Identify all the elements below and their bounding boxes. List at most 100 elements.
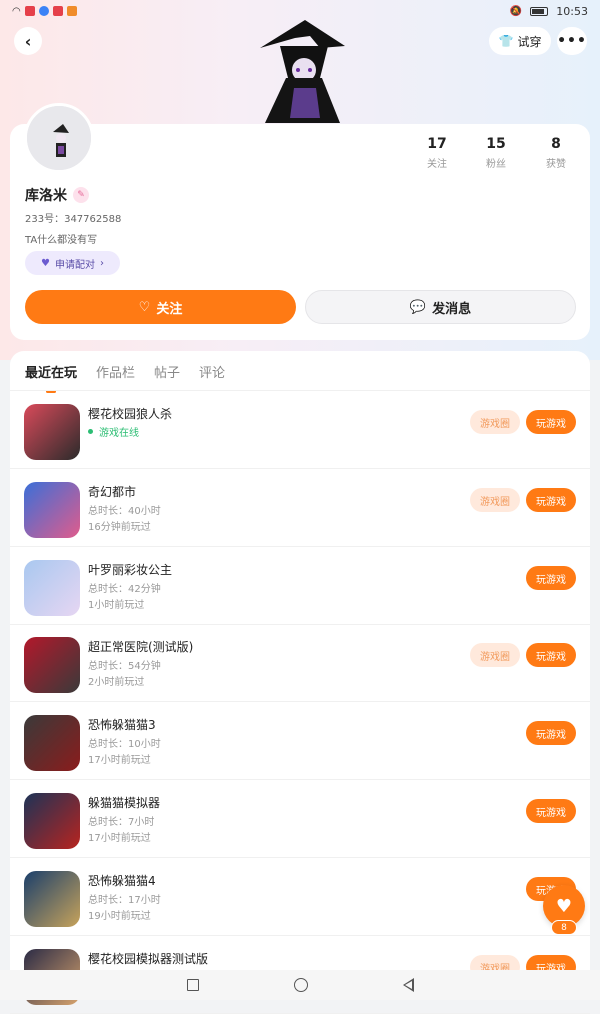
online-dot-icon	[88, 429, 93, 434]
profile-name: 库洛米 ✎	[25, 185, 89, 205]
system-nav-bar	[0, 970, 600, 1000]
profile-name-text: 库洛米	[25, 188, 67, 204]
game-icon[interactable]	[24, 637, 80, 693]
app-notification-icon	[38, 6, 49, 16]
game-icon[interactable]	[24, 793, 80, 849]
game-row[interactable]: 躲猫猫模拟器 总时长：7小时 17小时前玩过 玩游戏	[10, 781, 590, 858]
game-name: 樱花校园狼人杀	[88, 407, 173, 421]
avatar-image	[27, 106, 91, 170]
game-name: 超正常医院(测试版)	[88, 640, 194, 654]
back-nav-icon[interactable]	[402, 978, 414, 992]
play-game-button[interactable]: 玩游戏	[526, 566, 576, 590]
status-icons-right: 🔕 10:53	[510, 5, 588, 18]
play-duration: 总时长：10小时	[88, 739, 161, 750]
game-row[interactable]: 叶罗丽彩妆公主 总时长：42分钟 1小时前玩过 玩游戏	[10, 548, 590, 625]
profile-tabs: 最近在玩 作品栏 帖子 评论	[25, 362, 225, 386]
more-button[interactable]: •••	[557, 27, 587, 55]
last-played: 2小时前玩过	[88, 677, 145, 688]
avatar[interactable]	[24, 103, 94, 173]
game-name: 叶罗丽彩妆公主	[88, 563, 173, 577]
game-row[interactable]: 樱花校园狼人杀游戏在线 游戏圈 玩游戏	[10, 392, 590, 469]
stat-likes[interactable]: 8 获赞	[526, 136, 586, 170]
play-duration: 总时长：17小时	[88, 895, 161, 906]
chevron-right-icon: ›	[99, 257, 104, 269]
stat-followers[interactable]: 15 粉丝	[466, 136, 526, 170]
avatar-character-illustration	[260, 20, 345, 123]
game-row[interactable]: 恐怖躲猫猫4总时长：17小时19小时前玩过玩游戏	[10, 859, 590, 936]
message-label: 发消息	[432, 301, 472, 317]
game-icon[interactable]	[24, 715, 80, 771]
online-text: 游戏在线	[99, 428, 139, 439]
wifi-icon: ◠	[12, 5, 21, 17]
try-on-label: 试穿	[517, 34, 542, 49]
pair-label: 申请配对	[54, 259, 95, 271]
more-icon: •••	[557, 33, 587, 49]
like-count: 8	[551, 920, 577, 935]
send-message-button[interactable]: 💬 发消息	[305, 290, 576, 324]
game-circle-button[interactable]: 游戏圈	[470, 410, 520, 434]
play-game-button[interactable]: 玩游戏	[526, 799, 576, 823]
game-name: 恐怖躲猫猫4	[88, 874, 156, 888]
stat-value: 8	[551, 136, 561, 152]
follow-label: 关注	[156, 301, 183, 317]
back-arrow-icon: ‹	[24, 31, 32, 51]
last-played: 17小时前玩过	[88, 833, 151, 844]
game-row[interactable]: 超正常医院(测试版) 总时长：54分钟 2小时前玩过 游戏圈 玩游戏	[10, 625, 590, 702]
back-button[interactable]: ‹	[14, 27, 42, 55]
home-icon[interactable]	[293, 978, 308, 992]
play-game-button[interactable]: 玩游戏	[526, 488, 576, 512]
game-row[interactable]: 奇幻都市总时长：40小时 16分钟前玩过 游戏圈 玩游戏	[10, 470, 590, 547]
game-icon[interactable]	[24, 871, 80, 927]
mute-icon: 🔕	[509, 5, 523, 17]
bio-text: TA什么都没有写	[25, 235, 98, 246]
tab-works[interactable]: 作品栏	[96, 362, 135, 386]
last-played: 17小时前玩过	[88, 755, 151, 766]
app-notification-icon	[24, 6, 35, 16]
play-duration: 总时长：40小时	[88, 506, 161, 517]
app-notification-icon	[52, 6, 63, 16]
stat-label: 关注	[427, 159, 447, 170]
last-played: 19小时前玩过	[88, 911, 151, 922]
play-game-button[interactable]: 玩游戏	[526, 721, 576, 745]
tab-comments[interactable]: 评论	[199, 362, 225, 386]
battery-icon	[530, 6, 549, 16]
play-game-button[interactable]: 玩游戏	[526, 643, 576, 667]
play-duration: 总时长：7小时	[88, 817, 155, 828]
stat-label: 粉丝	[486, 159, 506, 170]
stat-following[interactable]: 17 关注	[407, 136, 467, 170]
last-played: 16分钟前玩过	[88, 522, 151, 533]
online-status: 游戏在线	[88, 424, 139, 439]
stat-value: 17	[427, 136, 447, 152]
tab-divider	[10, 390, 590, 391]
user-id: 233号：347762588	[25, 214, 122, 225]
add-follow-icon: ♡	[138, 299, 151, 315]
pair-request-button[interactable]: ♥ 申请配对 ›	[25, 251, 120, 275]
play-duration: 总时长：42分钟	[88, 584, 161, 595]
game-row[interactable]: 恐怖躲猫猫3 总时长：10小时 17小时前玩过 玩游戏	[10, 703, 590, 780]
game-circle-button[interactable]: 游戏圈	[470, 488, 520, 512]
status-icons-left: ◠	[12, 6, 77, 17]
follow-button[interactable]: ♡ 关注	[25, 290, 296, 324]
game-icon[interactable]	[24, 482, 80, 538]
stat-value: 15	[486, 136, 506, 152]
heart-icon: ♥	[41, 257, 50, 269]
game-name: 樱花校园模拟器测试版	[88, 952, 209, 966]
heart-icon: ♥	[555, 895, 573, 917]
tab-posts[interactable]: 帖子	[154, 362, 180, 386]
last-played: 1小时前玩过	[88, 600, 145, 611]
badge-icon[interactable]: ✎	[73, 187, 89, 203]
game-icon[interactable]	[24, 560, 80, 616]
shirt-icon: 👕	[498, 34, 514, 48]
try-on-button[interactable]: 👕 试穿	[489, 27, 551, 55]
game-circle-button[interactable]: 游戏圈	[470, 643, 520, 667]
play-game-button[interactable]: 玩游戏	[526, 410, 576, 434]
game-name: 恐怖躲猫猫3	[88, 718, 156, 732]
tab-recent-play[interactable]: 最近在玩	[25, 362, 77, 386]
app-notification-icon	[66, 6, 77, 16]
stat-label: 获赞	[546, 159, 566, 170]
game-name: 奇幻都市	[88, 485, 137, 499]
recent-apps-icon[interactable]	[186, 979, 199, 991]
clock: 10:53	[556, 4, 588, 18]
message-icon: 💬	[409, 299, 427, 315]
game-icon[interactable]	[24, 404, 80, 460]
